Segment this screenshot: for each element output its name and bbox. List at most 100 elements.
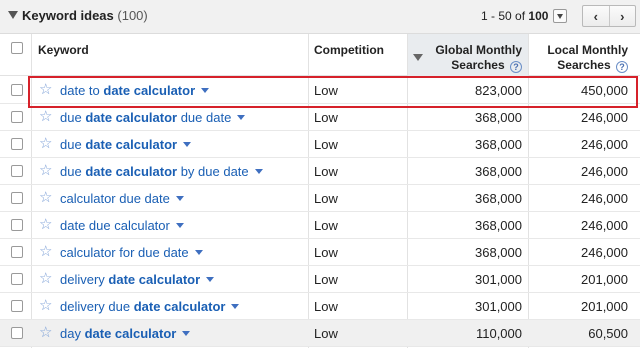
local-searches-value: 201,000 [581, 272, 628, 287]
row-checkbox[interactable] [11, 300, 23, 312]
global-searches-value: 110,000 [475, 326, 522, 341]
local-searches-value: 246,000 [581, 191, 628, 206]
global-header-line1: Global Monthly [435, 43, 522, 57]
row-checkbox[interactable] [11, 138, 23, 150]
global-searches-value: 368,000 [475, 245, 522, 260]
keyword-dropdown-icon[interactable] [194, 250, 203, 255]
column-global-monthly-searches[interactable]: Global Monthly Searches ? [407, 34, 528, 76]
local-searches-value: 246,000 [581, 110, 628, 125]
competition-value: Low [314, 110, 338, 125]
star-icon[interactable]: ☆ [39, 108, 52, 126]
competition-value: Low [314, 191, 338, 206]
row-checkbox[interactable] [11, 219, 23, 231]
page-of-label: of [515, 9, 526, 23]
local-help-icon[interactable]: ? [616, 61, 628, 73]
star-icon[interactable]: ☆ [39, 324, 52, 342]
keyword-link[interactable]: delivery due date calculator [60, 299, 240, 314]
global-searches-value: 368,000 [475, 137, 522, 152]
star-icon[interactable]: ☆ [39, 162, 52, 180]
keyword-text-bold: date calculator [84, 326, 177, 341]
competition-value: Low [314, 164, 338, 179]
table-row: ☆ due date calculator due date Low 368,000 2… [0, 104, 640, 131]
keyword-link[interactable]: due date calculator by due date [60, 164, 263, 179]
table-row: ☆ calculator for due date Low 368,000 246,00… [0, 239, 640, 266]
table-row: ☆ date to date calculator Low 823,000 450,00… [0, 77, 640, 104]
competition-value: Low [314, 326, 338, 341]
table-row: ☆ date due calculator Low 368,000 246,000 [0, 212, 640, 239]
keyword-link[interactable]: due date calculator [60, 137, 192, 152]
star-icon[interactable]: ☆ [39, 189, 52, 207]
star-icon[interactable]: ☆ [39, 297, 52, 315]
star-icon[interactable]: ☆ [39, 81, 52, 99]
row-checkbox[interactable] [11, 246, 23, 258]
local-header-line1: Local Monthly [547, 43, 628, 57]
star-icon[interactable]: ☆ [39, 216, 52, 234]
table-row: ☆ calculator due date Low 368,000 246,000 [0, 185, 640, 212]
keyword-text-bold: date calculator [108, 272, 201, 287]
keyword-link[interactable]: date to date calculator [60, 83, 210, 98]
local-header-line2: Searches [557, 58, 611, 72]
local-searches-value: 450,000 [581, 83, 628, 98]
star-icon[interactable]: ☆ [39, 270, 52, 288]
column-local-monthly-searches[interactable]: Local Monthly Searches ? [529, 34, 640, 76]
keyword-link[interactable]: date due calculator [60, 218, 184, 233]
sort-desc-icon[interactable] [413, 54, 423, 61]
next-page-button[interactable]: › [608, 6, 636, 26]
global-help-icon[interactable]: ? [510, 61, 522, 73]
keyword-link[interactable]: calculator due date [60, 191, 184, 206]
panel-title-text: Keyword ideas [22, 8, 114, 23]
global-searches-value: 368,000 [475, 164, 522, 179]
keyword-ideas-header: Keyword ideas (100) 1 - 50 of 100 ‹ › [0, 0, 640, 34]
global-searches-value: 368,000 [475, 218, 522, 233]
local-searches-value: 246,000 [581, 218, 628, 233]
page-range: 1 - 50 [481, 9, 512, 23]
page-total: 100 [528, 9, 549, 23]
keyword-dropdown-icon[interactable] [231, 304, 240, 309]
row-checkbox[interactable] [11, 111, 23, 123]
keyword-text-pre: due [60, 137, 86, 152]
keyword-dropdown-icon[interactable] [206, 277, 215, 282]
competition-value: Low [314, 272, 338, 287]
row-checkbox[interactable] [11, 192, 23, 204]
row-checkbox[interactable] [11, 165, 23, 177]
star-icon[interactable]: ☆ [39, 135, 52, 153]
global-header-line2: Searches [451, 58, 505, 72]
table-row: ☆ delivery date calculator Low 301,000 201,0… [0, 266, 640, 293]
keyword-link[interactable]: day date calculator [60, 326, 191, 341]
prev-page-button[interactable]: ‹ [583, 6, 609, 26]
column-competition[interactable]: Competition [314, 34, 384, 76]
keyword-link[interactable]: calculator for due date [60, 245, 203, 260]
keyword-dropdown-icon[interactable] [183, 142, 192, 147]
keyword-text-pre: delivery due [60, 299, 134, 314]
table-header: Keyword Competition Global Monthly Searc… [0, 34, 640, 76]
keyword-text-bold: date calculator [85, 164, 178, 179]
keyword-dropdown-icon[interactable] [175, 196, 184, 201]
column-keyword[interactable]: Keyword [38, 34, 89, 76]
keyword-dropdown-icon[interactable] [182, 331, 191, 336]
global-searches-value: 823,000 [475, 83, 522, 98]
row-checkbox[interactable] [11, 273, 23, 285]
keyword-text-bold: date calculator [103, 83, 196, 98]
star-icon[interactable]: ☆ [39, 243, 52, 261]
page-size-dropdown[interactable] [553, 9, 567, 23]
keyword-text-pre: day [60, 326, 85, 341]
keyword-text-pre: due [60, 164, 86, 179]
keyword-dropdown-icon[interactable] [254, 169, 263, 174]
keyword-link[interactable]: delivery date calculator [60, 272, 215, 287]
keyword-dropdown-icon[interactable] [237, 115, 246, 120]
collapse-triangle-icon[interactable] [8, 11, 18, 19]
keyword-text-pre: calculator due date [60, 191, 170, 206]
local-searches-value: 60,500 [588, 326, 628, 341]
keyword-link[interactable]: due date calculator due date [60, 110, 246, 125]
select-all-checkbox[interactable] [11, 42, 23, 54]
global-searches-value: 368,000 [475, 191, 522, 206]
keyword-text-pre: date due calculator [60, 218, 170, 233]
keyword-count: (100) [117, 8, 148, 23]
row-checkbox[interactable] [11, 84, 23, 96]
local-header-line2-wrap: Searches ? [529, 58, 628, 73]
keyword-dropdown-icon[interactable] [175, 223, 184, 228]
competition-value: Low [314, 83, 338, 98]
keyword-text-post: due date [177, 110, 232, 125]
row-checkbox[interactable] [11, 327, 23, 339]
keyword-dropdown-icon[interactable] [201, 88, 210, 93]
